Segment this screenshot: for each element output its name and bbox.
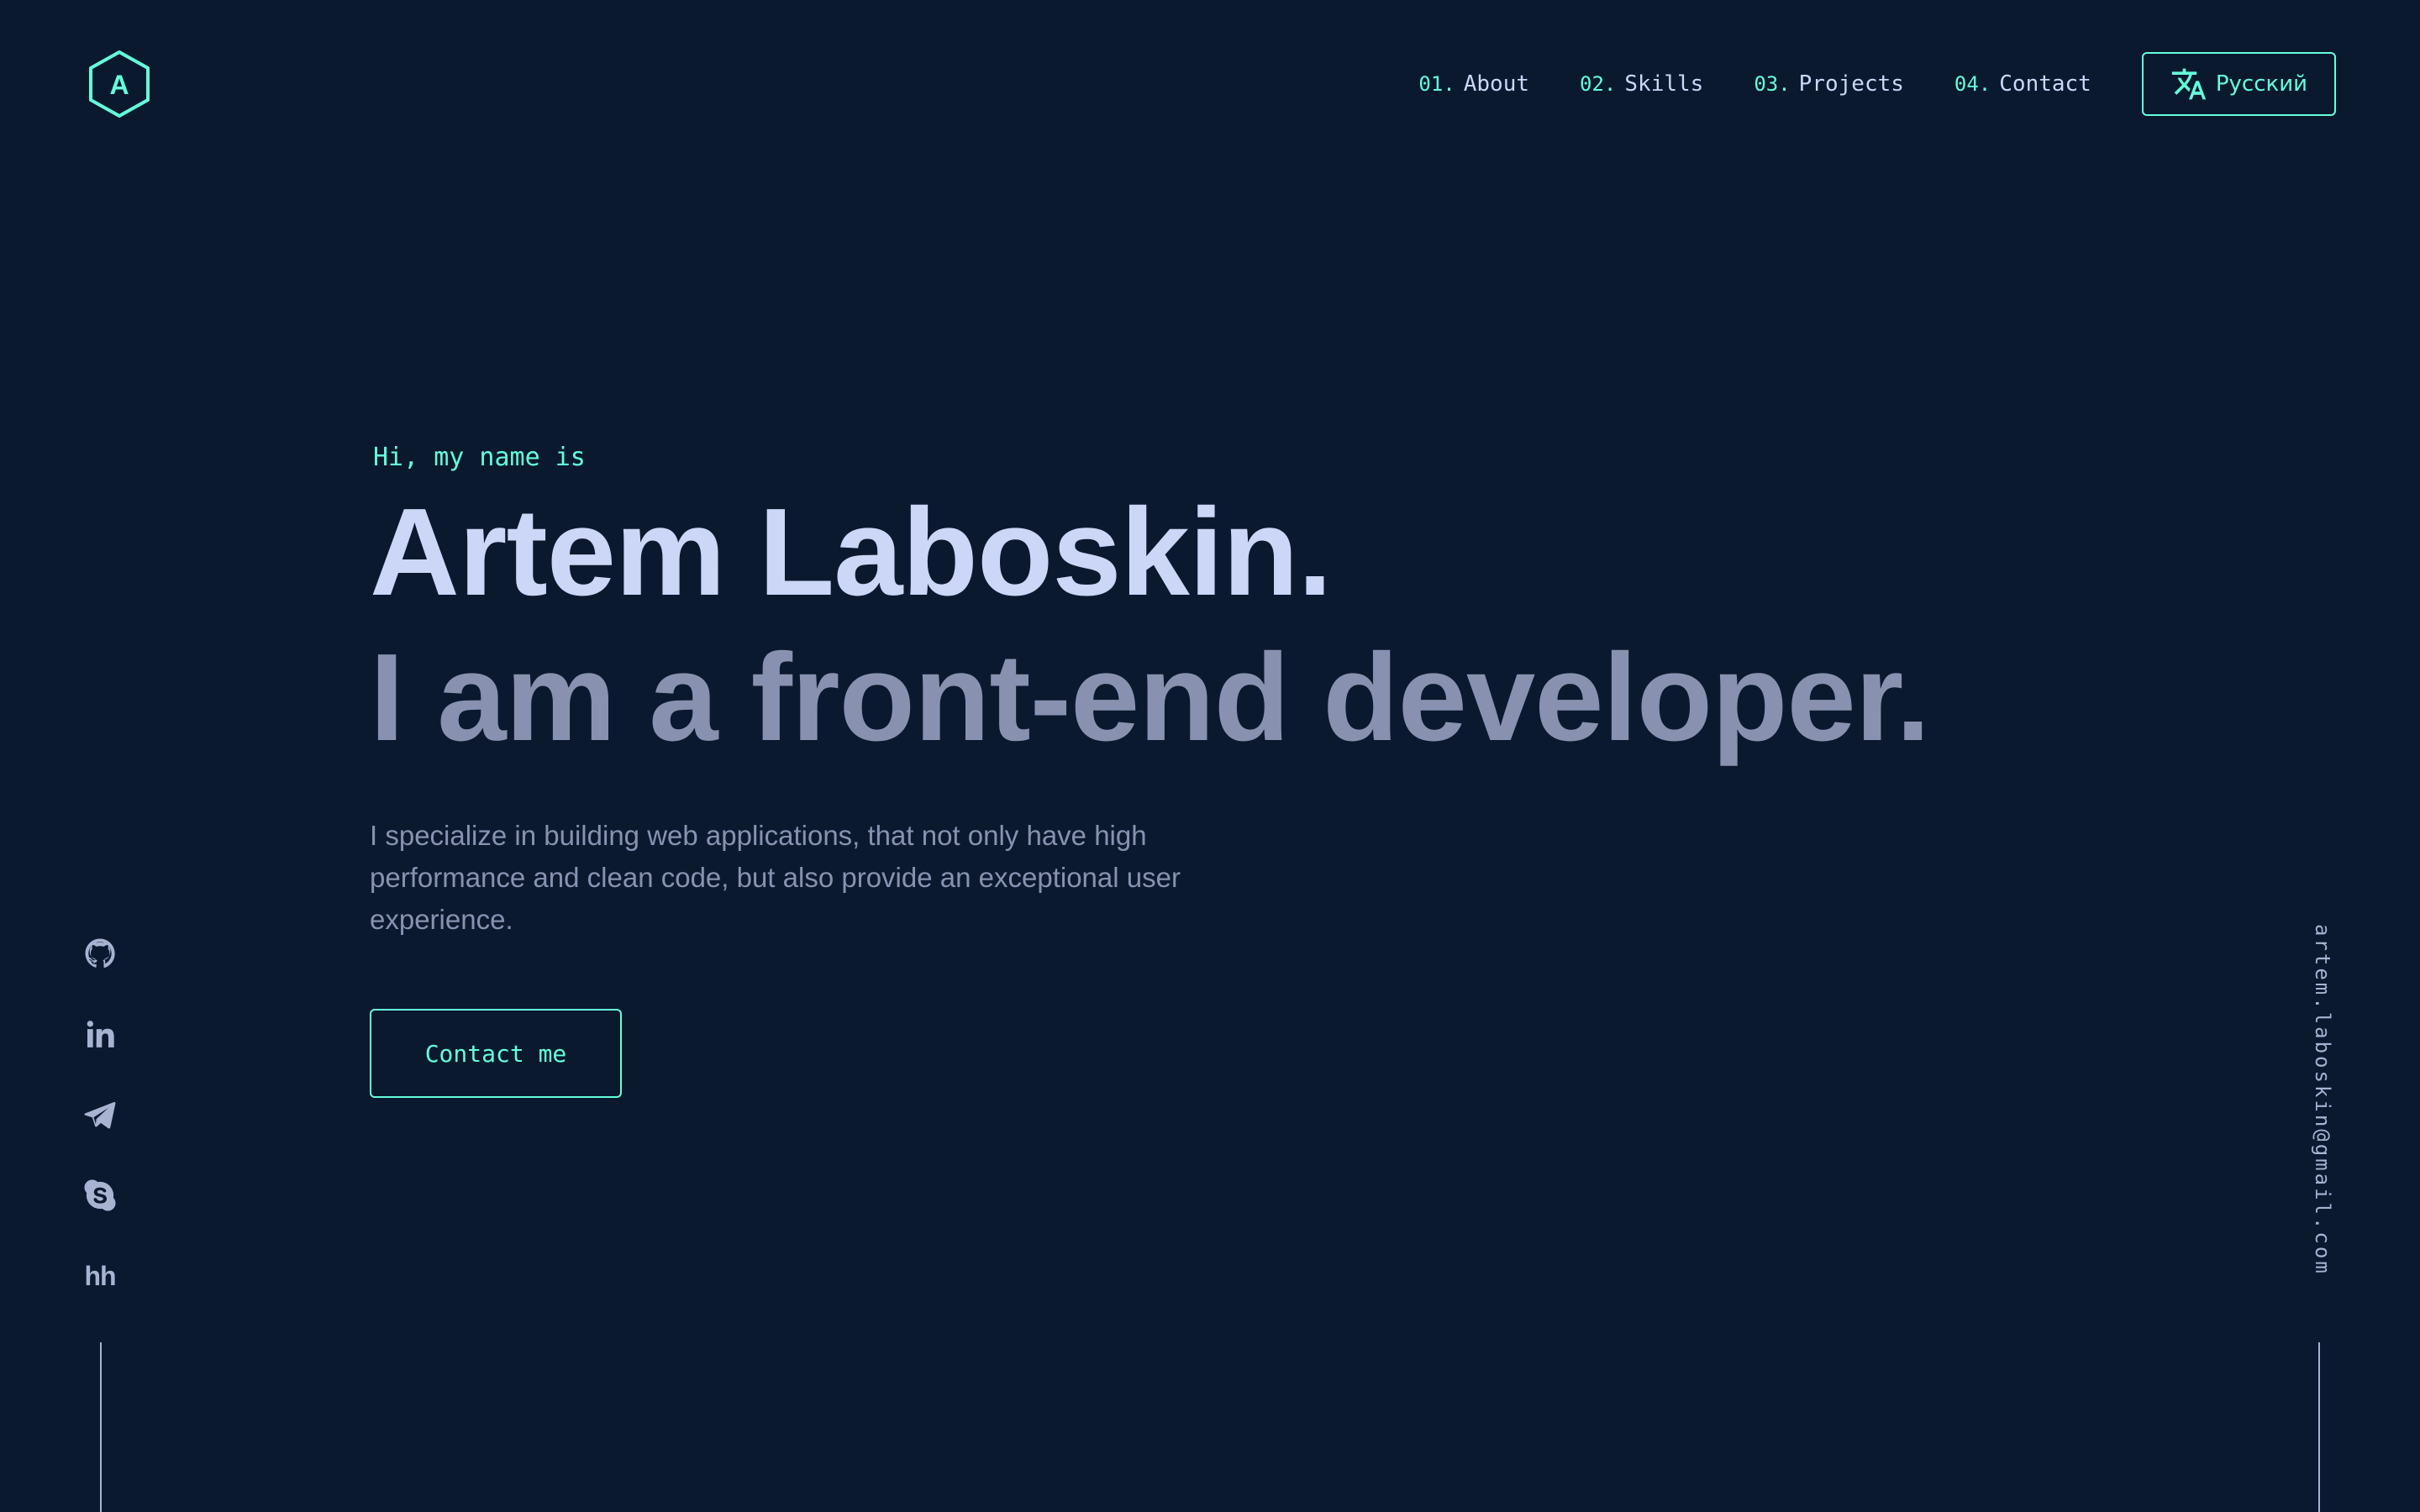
skype-icon <box>84 1179 116 1211</box>
nav-number: 04. <box>1954 72 1991 96</box>
email-rail: artem.laboskin@gmail.com <box>2302 924 2343 1302</box>
social-linkedin[interactable] <box>79 1013 121 1055</box>
hero-role: I am a front-end developer. <box>370 628 1930 767</box>
nav-number: 03. <box>1754 72 1791 96</box>
language-button[interactable]: Русский <box>2141 52 2336 116</box>
social-skype[interactable] <box>79 1174 121 1216</box>
hero-section: Hi, my name is Artem Laboskin. I am a fr… <box>370 437 1966 1098</box>
hero-description: I specialize in building web application… <box>370 820 1181 935</box>
hero-name: Artem Laboskin. <box>370 483 1333 622</box>
social-github[interactable] <box>79 932 121 974</box>
logo-letter: A <box>109 70 129 100</box>
main-nav: 01. About 02. Skills 03. Projects 04. Co… <box>1418 50 2336 118</box>
email-link[interactable]: artem.laboskin@gmail.com <box>2302 924 2343 1276</box>
contact-me-button[interactable]: Contact me <box>370 1009 622 1098</box>
right-rail-line <box>2318 1342 2320 1512</box>
language-label: Русский <box>2215 71 2307 97</box>
linkedin-icon <box>87 1021 114 1047</box>
page: A 01. About 02. Skills 03. Projects 04. … <box>0 0 2420 1512</box>
nav-item-contact[interactable]: 04. Contact <box>1954 71 2091 97</box>
left-rail-line <box>100 1342 102 1512</box>
translate-icon <box>2171 68 2207 100</box>
nav-label: Contact <box>1999 71 2091 97</box>
nav-item-projects[interactable]: 03. Projects <box>1754 71 1904 97</box>
greeting: Hi, my name is <box>373 443 586 472</box>
nav-label: About <box>1463 71 1530 97</box>
logo-icon[interactable]: A <box>84 49 155 119</box>
nav-number: 01. <box>1418 72 1455 96</box>
nav-label: Skills <box>1624 71 1704 97</box>
social-links: hh <box>79 932 121 1336</box>
hh-icon: hh <box>84 1260 116 1291</box>
github-icon <box>85 938 115 969</box>
nav-number: 02. <box>1580 72 1617 96</box>
social-telegram[interactable] <box>79 1094 121 1136</box>
telegram-icon <box>84 1101 116 1129</box>
nav-item-about[interactable]: 01. About <box>1418 71 1529 97</box>
nav-item-skills[interactable]: 02. Skills <box>1580 71 1703 97</box>
nav-label: Projects <box>1798 71 1904 97</box>
social-hh[interactable]: hh <box>79 1255 121 1297</box>
